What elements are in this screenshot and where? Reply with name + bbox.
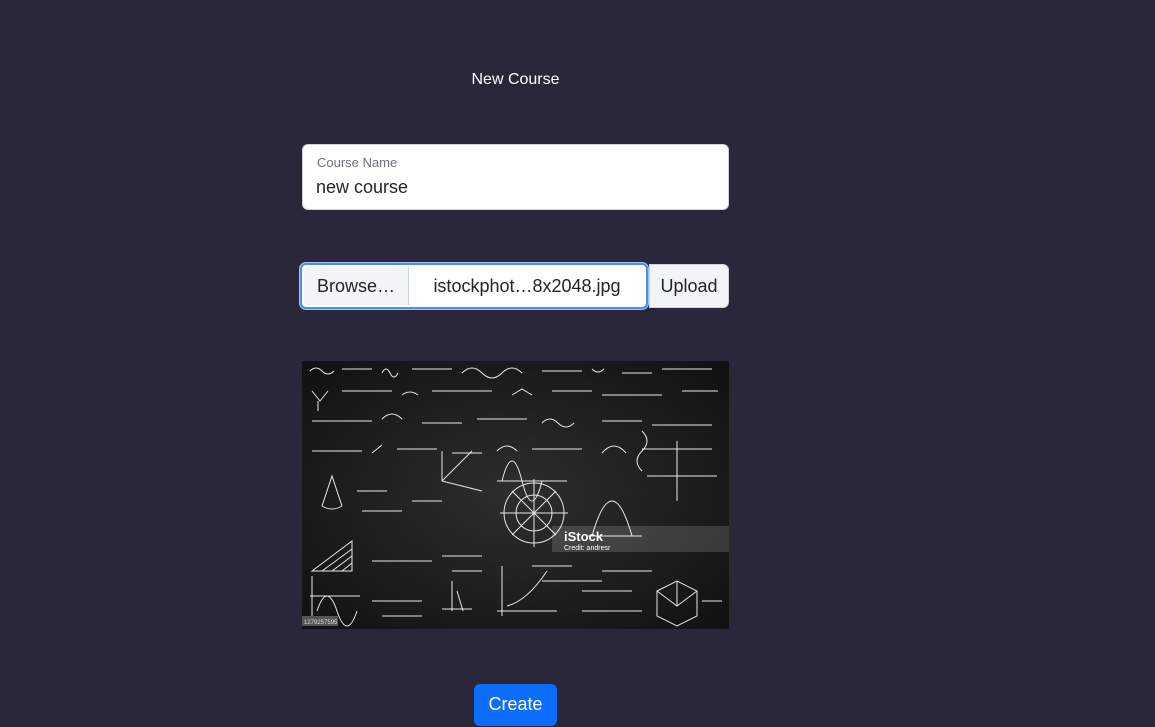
file-input[interactable]: Browse… istockphot…8x2048.jpg bbox=[300, 263, 648, 309]
file-upload-group: Browse… istockphot…8x2048.jpg Upload bbox=[300, 263, 729, 309]
page-title: New Course bbox=[471, 71, 560, 88]
chalkboard-image: iStock Credit: andresr 1279257595 bbox=[302, 361, 729, 629]
watermark-brand: iStock bbox=[564, 529, 604, 544]
course-name-label: Course Name bbox=[317, 155, 398, 170]
upload-button[interactable]: Upload bbox=[649, 264, 729, 308]
image-preview: iStock Credit: andresr 1279257595 bbox=[302, 361, 729, 629]
image-id-label: 1279257595 bbox=[304, 620, 338, 626]
course-name-input[interactable] bbox=[316, 175, 716, 199]
new-course-page: New Course Course Name Browse… istockpho… bbox=[0, 0, 1155, 727]
browse-button[interactable]: Browse… bbox=[304, 267, 409, 305]
watermark-credit: Credit: andresr bbox=[564, 545, 611, 552]
selected-file-name: istockphot…8x2048.jpg bbox=[433, 276, 621, 296]
course-name-field[interactable]: Course Name bbox=[302, 144, 729, 210]
create-button[interactable]: Create bbox=[474, 684, 557, 726]
